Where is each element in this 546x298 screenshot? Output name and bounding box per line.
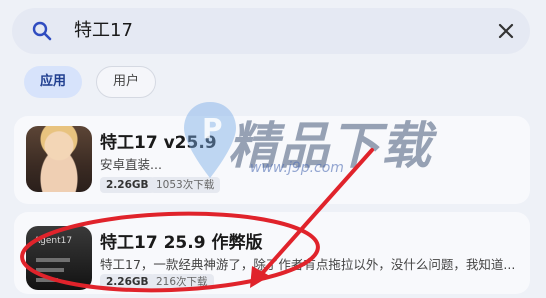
thumbnail-decoration — [36, 278, 58, 282]
thumbnail-decoration — [36, 258, 70, 262]
svg-text:P: P — [202, 112, 223, 145]
size-badge: 2.26GB — [100, 177, 155, 193]
tab-apps[interactable]: 应用 — [24, 66, 82, 98]
downloads-badge: 216次下载 — [150, 274, 214, 290]
size-badge: 2.26GB — [100, 274, 155, 290]
app-thumbnail: Agent17 — [26, 226, 92, 290]
app-thumbnail — [26, 126, 92, 192]
result-card[interactable]: Agent17 特工17 25.9 作弊版 特工17，一款经典神游了，除了作者有… — [14, 212, 530, 294]
search-bar[interactable]: 特工17 — [12, 8, 530, 54]
search-icon — [30, 19, 54, 43]
watermark-url: www.j9p.com — [250, 160, 344, 176]
thumbnail-decoration — [36, 268, 64, 272]
thumbnail-text: Agent17 — [34, 236, 73, 246]
app-description: 特工17，一款经典神游了，除了作者有点拖拉以外，没什么问题，我知道... — [100, 257, 516, 272]
app-title: 特工17 25.9 作弊版 — [100, 233, 263, 253]
search-input[interactable]: 特工17 — [74, 19, 133, 43]
close-icon[interactable] — [494, 19, 518, 43]
tab-users[interactable]: 用户 — [96, 66, 156, 98]
